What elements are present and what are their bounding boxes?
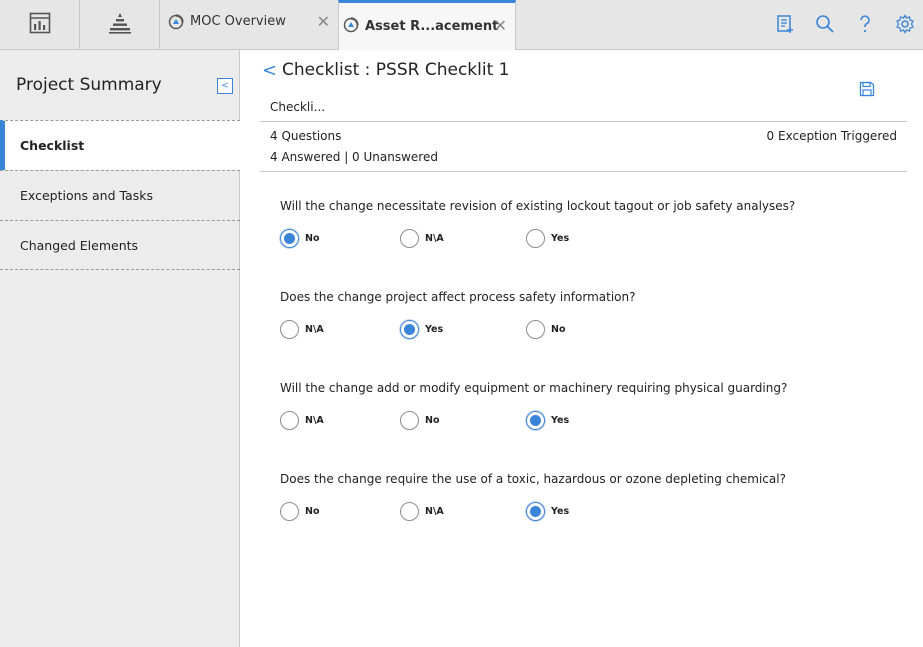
moc-icon xyxy=(343,16,359,37)
tab-asset-replacement[interactable]: Asset R...acement ✕ xyxy=(338,0,516,50)
radio-label: No xyxy=(305,506,320,517)
exceptions-triggered: 0 Exception Triggered xyxy=(766,129,897,143)
close-icon[interactable]: ✕ xyxy=(494,18,507,34)
gear-icon[interactable] xyxy=(893,12,917,36)
radio-option[interactable]: No xyxy=(400,411,439,430)
radio-label: N\A xyxy=(305,324,324,335)
hierarchy-icon xyxy=(108,12,132,38)
sidebar: Project Summary < Checklist Exceptions a… xyxy=(0,50,240,647)
sidebar-item-changed-elements[interactable]: Changed Elements xyxy=(0,220,240,270)
radio-button[interactable] xyxy=(526,320,545,339)
question-text: Does the change require the use of a tox… xyxy=(280,472,786,486)
radio-button[interactable] xyxy=(526,411,545,430)
tab-checklist[interactable]: Checkli... xyxy=(270,100,325,114)
radio-option[interactable]: Yes xyxy=(400,320,443,339)
sidebar-nav: Checklist Exceptions and Tasks Changed E… xyxy=(0,120,240,270)
radio-label: No xyxy=(305,233,320,244)
dashboard-icon xyxy=(29,12,51,38)
radio-label: N\A xyxy=(425,233,444,244)
radio-option[interactable]: No xyxy=(280,502,319,521)
help-icon[interactable] xyxy=(853,12,877,36)
divider xyxy=(260,171,907,172)
question-text: Will the change add or modify equipment … xyxy=(280,381,788,395)
question-text: Will the change necessitate revision of … xyxy=(280,199,796,213)
radio-button[interactable] xyxy=(280,229,299,248)
radio-label: Yes xyxy=(425,324,444,335)
asset-hierarchy-button[interactable] xyxy=(80,0,160,49)
radio-button[interactable] xyxy=(400,229,419,248)
radio-button[interactable] xyxy=(280,502,299,521)
moc-icon xyxy=(168,14,184,34)
radio-button[interactable] xyxy=(400,320,419,339)
radio-option[interactable]: N\A xyxy=(400,502,444,521)
question-text: Does the change project affect process s… xyxy=(280,290,636,304)
radio-label: No xyxy=(425,415,440,426)
radio-button[interactable] xyxy=(400,502,419,521)
radio-button[interactable] xyxy=(526,502,545,521)
main-panel: < Checklist : PSSR Checklit 1 Checkli...… xyxy=(240,50,923,647)
sidebar-item-exceptions-and-tasks[interactable]: Exceptions and Tasks xyxy=(0,170,240,220)
save-icon[interactable] xyxy=(859,81,875,101)
radio-label: No xyxy=(551,324,566,335)
radio-option[interactable]: No xyxy=(280,229,319,248)
close-icon[interactable]: ✕ xyxy=(317,14,330,30)
search-icon[interactable] xyxy=(813,12,837,36)
tab-moc-overview[interactable]: MOC Overview ✕ xyxy=(160,0,338,49)
radio-label: Yes xyxy=(551,233,570,244)
divider xyxy=(260,121,907,122)
radio-label: Yes xyxy=(551,415,570,426)
radio-option[interactable]: N\A xyxy=(280,411,324,430)
back-icon[interactable]: < xyxy=(262,60,277,81)
sidebar-item-checklist[interactable]: Checklist xyxy=(0,120,240,170)
answered-summary: 4 Answered | 0 Unanswered xyxy=(270,150,438,164)
radio-option[interactable]: Yes xyxy=(526,229,569,248)
radio-option[interactable]: No xyxy=(526,320,565,339)
radio-button[interactable] xyxy=(280,320,299,339)
radio-button[interactable] xyxy=(400,411,419,430)
radio-option[interactable]: N\A xyxy=(280,320,324,339)
tab-label: MOC Overview xyxy=(190,14,286,29)
tab-label: Asset R...acement xyxy=(365,19,499,34)
sidebar-title: Project Summary xyxy=(16,75,162,95)
radio-label: N\A xyxy=(305,415,324,426)
questions-count: 4 Questions xyxy=(270,129,342,143)
radio-label: N\A xyxy=(425,506,444,517)
collapse-sidebar-icon[interactable]: < xyxy=(217,78,233,94)
dashboard-button[interactable] xyxy=(0,0,80,49)
radio-label: Yes xyxy=(551,506,570,517)
radio-button[interactable] xyxy=(280,411,299,430)
radio-button[interactable] xyxy=(526,229,545,248)
radio-option[interactable]: Yes xyxy=(526,411,569,430)
top-bar: MOC Overview ✕ Asset R...acement ✕ xyxy=(0,0,923,50)
radio-option[interactable]: N\A xyxy=(400,229,444,248)
radio-option[interactable]: Yes xyxy=(526,502,569,521)
page-title: Checklist : PSSR Checklit 1 xyxy=(282,60,510,80)
add-document-icon[interactable] xyxy=(773,12,797,36)
